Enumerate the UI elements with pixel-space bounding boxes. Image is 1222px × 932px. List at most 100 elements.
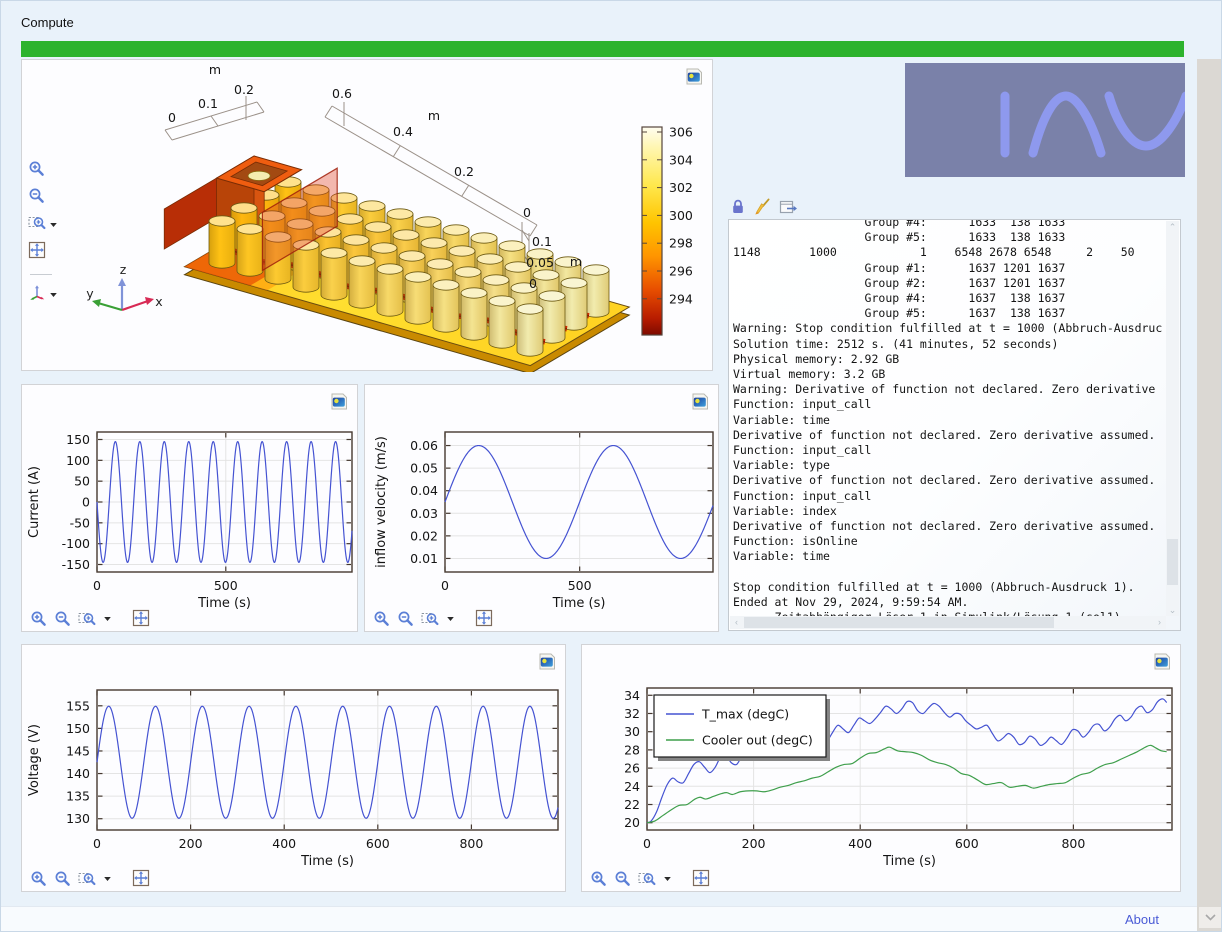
chevron-down-icon[interactable] xyxy=(49,216,58,234)
log-toolbar xyxy=(730,198,798,220)
zoom-extents-icon[interactable] xyxy=(692,869,710,887)
svg-text:100: 100 xyxy=(66,453,90,468)
image-snapshot-icon[interactable] xyxy=(684,68,704,85)
log-vertical-scrollbar[interactable]: ⌃ ⌄ xyxy=(1166,221,1179,616)
svg-text:Time (s): Time (s) xyxy=(552,596,606,611)
svg-text:306: 306 xyxy=(669,125,693,140)
zoom-box-icon[interactable] xyxy=(28,214,46,236)
zoom-out-icon[interactable] xyxy=(397,610,414,627)
zoom-in-icon[interactable] xyxy=(373,610,390,627)
zoom-box-icon[interactable] xyxy=(78,870,96,887)
current-chart[interactable]: -150-100-500501001500500Time (s)Current … xyxy=(22,385,359,633)
svg-text:0.03: 0.03 xyxy=(410,506,438,521)
svg-text:inflow velocity (m/s): inflow velocity (m/s) xyxy=(374,436,389,568)
zoom-in-icon[interactable] xyxy=(30,610,47,627)
chevron-down-icon[interactable] xyxy=(103,614,112,623)
plot-toolbar xyxy=(30,609,150,627)
zoom-extents-icon[interactable] xyxy=(475,609,493,627)
clear-log-icon[interactable] xyxy=(754,198,771,220)
zoom-extents-icon[interactable] xyxy=(132,609,150,627)
svg-text:-150: -150 xyxy=(62,557,90,572)
svg-text:26: 26 xyxy=(624,761,640,776)
zoom-in-icon[interactable] xyxy=(30,870,47,887)
temperature-chart[interactable]: 20222426283032340200400600800Time (s)T_m… xyxy=(582,645,1182,893)
chevron-down-icon[interactable] xyxy=(663,874,672,883)
svg-text:155: 155 xyxy=(66,698,90,713)
scrollbar-thumb[interactable] xyxy=(1167,539,1178,585)
zoom-extents-icon[interactable] xyxy=(28,241,46,264)
svg-text:24: 24 xyxy=(624,779,640,794)
voltage-chart[interactable]: 1301351401451501550200400600800Time (s)V… xyxy=(22,645,567,893)
log-horizontal-scrollbar[interactable]: ‹ › xyxy=(730,616,1166,629)
zoom-extents-icon[interactable] xyxy=(132,869,150,887)
svg-text:22: 22 xyxy=(624,797,640,812)
lock-icon[interactable] xyxy=(730,198,746,220)
svg-text:150: 150 xyxy=(66,432,90,447)
zoom-in-icon[interactable] xyxy=(590,870,607,887)
toolbar-divider xyxy=(30,274,52,275)
svg-text:800: 800 xyxy=(1061,836,1085,851)
svg-text:500: 500 xyxy=(214,578,238,593)
svg-text:m: m xyxy=(570,254,582,269)
svg-text:600: 600 xyxy=(955,836,979,851)
scroll-up-icon[interactable]: ⌃ xyxy=(1166,222,1179,232)
svg-text:m: m xyxy=(209,62,221,77)
image-snapshot-icon[interactable] xyxy=(537,653,557,670)
zoom-in-icon[interactable] xyxy=(28,160,45,182)
svg-text:0.05: 0.05 xyxy=(526,255,554,270)
chevron-down-icon[interactable] xyxy=(103,874,112,883)
battery-3d-scene[interactable]: m00.10.20.60.4m0.200.10.05m0306304302300… xyxy=(22,60,714,372)
svg-text:400: 400 xyxy=(272,836,296,851)
svg-text:Voltage (V): Voltage (V) xyxy=(27,724,42,796)
svg-text:32: 32 xyxy=(624,706,640,721)
svg-text:296: 296 xyxy=(669,264,693,279)
voltage-plot-panel: 1301351401451501550200400600800Time (s)V… xyxy=(21,644,566,892)
inflow-velocity-chart[interactable]: 0.010.020.030.040.050.060500Time (s)infl… xyxy=(365,385,720,633)
svg-text:0.06: 0.06 xyxy=(410,438,438,453)
svg-text:Cooler out (degC): Cooler out (degC) xyxy=(702,733,813,748)
image-snapshot-icon[interactable] xyxy=(690,393,710,410)
svg-text:600: 600 xyxy=(366,836,390,851)
zoom-box-icon[interactable] xyxy=(638,870,656,887)
about-link[interactable]: About xyxy=(1125,912,1159,927)
chevron-down-icon[interactable] xyxy=(446,614,455,623)
svg-text:0.1: 0.1 xyxy=(198,96,218,111)
svg-text:0: 0 xyxy=(523,205,531,220)
svg-text:0: 0 xyxy=(643,836,651,851)
svg-text:0: 0 xyxy=(93,578,101,593)
chevron-down-icon[interactable] xyxy=(49,286,58,304)
svg-text:y: y xyxy=(86,286,94,301)
zoom-out-icon[interactable] xyxy=(54,870,71,887)
scroll-down-icon[interactable]: ⌄ xyxy=(1166,605,1179,615)
svg-text:-100: -100 xyxy=(62,536,90,551)
scroll-right-icon[interactable]: › xyxy=(1153,617,1166,627)
battery-3d-plot-panel: m00.10.20.60.4m0.200.10.05m0306304302300… xyxy=(21,59,713,371)
image-snapshot-icon[interactable] xyxy=(1152,653,1172,670)
zoom-out-icon[interactable] xyxy=(614,870,631,887)
image-snapshot-icon[interactable] xyxy=(329,393,349,410)
plot-toolbar xyxy=(373,609,493,627)
svg-text:0.4: 0.4 xyxy=(393,124,413,139)
svg-text:0: 0 xyxy=(82,495,90,510)
svg-text:800: 800 xyxy=(459,836,483,851)
zoom-out-icon[interactable] xyxy=(28,187,45,209)
zoom-out-icon[interactable] xyxy=(54,610,71,627)
svg-text:300: 300 xyxy=(669,208,693,223)
3d-plot-toolbar xyxy=(28,160,58,306)
zoom-box-icon[interactable] xyxy=(78,610,96,627)
svg-text:0.2: 0.2 xyxy=(234,82,254,97)
app-window: Compute m00.10.20.60.4m0.200.10.05m03063… xyxy=(0,0,1222,932)
iav-logo xyxy=(905,63,1185,177)
default-3d-view-icon[interactable] xyxy=(28,283,46,306)
svg-text:0.05: 0.05 xyxy=(410,461,438,476)
collapse-panel-button[interactable] xyxy=(1199,907,1221,928)
svg-text:-50: -50 xyxy=(70,515,90,530)
svg-text:0: 0 xyxy=(93,836,101,851)
right-edge-strip xyxy=(1197,59,1222,932)
svg-text:0: 0 xyxy=(441,578,449,593)
open-in-new-window-icon[interactable] xyxy=(779,199,798,220)
scrollbar-thumb[interactable] xyxy=(744,617,1054,628)
zoom-box-icon[interactable] xyxy=(421,610,439,627)
scroll-left-icon[interactable]: ‹ xyxy=(730,617,743,627)
svg-text:Time (s): Time (s) xyxy=(300,854,354,869)
